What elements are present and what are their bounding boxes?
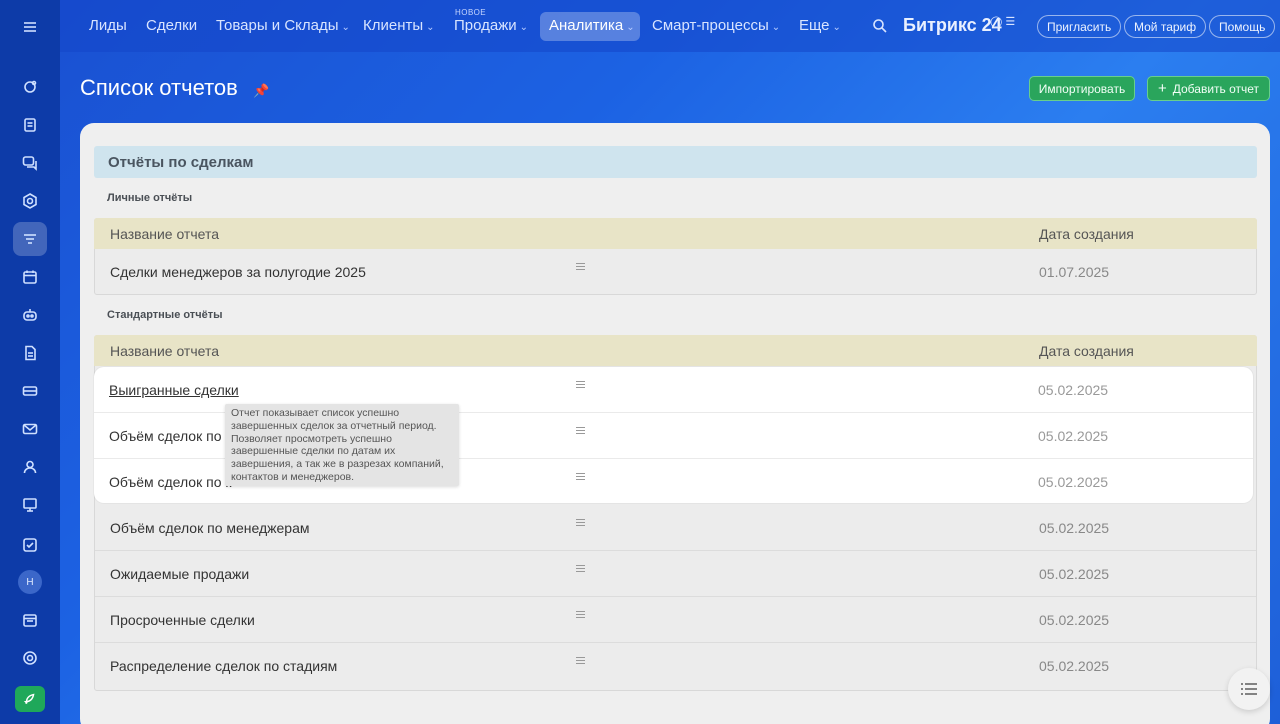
row-menu-icon[interactable]: [576, 519, 585, 528]
avatar[interactable]: Н: [18, 570, 42, 594]
personal-reports-label: Личные отчёты: [107, 192, 193, 204]
nav-item-more[interactable]: Еще ⌄: [799, 17, 841, 34]
table-header: Название отчета Дата создания: [94, 335, 1257, 366]
chevron-down-icon: ⌄: [832, 22, 841, 33]
row-menu-icon[interactable]: [576, 263, 585, 272]
report-name[interactable]: Сделки менеджеров за полугодие 2025: [110, 264, 366, 280]
column-date-header: Дата создания: [1039, 343, 1134, 359]
schedule-icon[interactable]: [13, 603, 47, 637]
row-menu-icon[interactable]: [576, 473, 585, 482]
nav-item-smart-processes[interactable]: Смарт-процессы ⌄: [652, 17, 780, 34]
report-name[interactable]: Просроченные сделки: [110, 612, 255, 628]
table-row[interactable]: Объём сделок по менеджерам 05.02.2025: [95, 505, 1256, 551]
table-row[interactable]: Просроченные сделки 05.02.2025: [95, 597, 1256, 643]
table-row[interactable]: Сделки менеджеров за полугодие 2025 01.0…: [95, 249, 1256, 295]
report-date: 05.02.2025: [1039, 566, 1110, 582]
robot-icon[interactable]: [13, 298, 47, 332]
add-report-button[interactable]: + Добавить отчет: [1147, 76, 1270, 101]
brand-logo[interactable]: Битрикс 24: [903, 15, 1002, 36]
report-date: 05.02.2025: [1039, 520, 1110, 536]
plus-icon: +: [1157, 80, 1167, 97]
report-link[interactable]: Выигранные сделки: [109, 382, 239, 398]
invite-button[interactable]: Пригласить: [1037, 15, 1122, 38]
calendar-icon[interactable]: [13, 260, 47, 294]
report-date: 05.02.2025: [1038, 382, 1109, 398]
tariff-button[interactable]: Мой тариф: [1124, 15, 1207, 38]
column-name-header: Название отчета: [110, 343, 219, 359]
report-name[interactable]: Объём сделок по к: [109, 474, 232, 490]
left-sidebar: Н: [0, 0, 60, 724]
card-icon[interactable]: [13, 374, 47, 408]
report-date: 05.02.2025: [1038, 474, 1109, 490]
list-menu-button[interactable]: [1228, 668, 1270, 710]
hexagon-icon[interactable]: [13, 184, 47, 218]
report-name[interactable]: Ожидаемые продажи: [110, 566, 249, 582]
standard-reports-label: Стандартные отчёты: [107, 309, 223, 321]
table-row[interactable]: Распределение сделок по стадиям 05.02.20…: [95, 643, 1256, 689]
section-title: Отчёты по сделкам: [108, 154, 254, 171]
column-name-header: Название отчета: [110, 226, 219, 242]
chevron-down-icon: ⌄: [519, 22, 529, 33]
report-date: 05.02.2025: [1039, 612, 1110, 628]
page-title: Список отчетов: [80, 75, 238, 100]
report-date: 01.07.2025: [1039, 264, 1110, 280]
report-name[interactable]: Объём сделок по менеджерам: [110, 520, 310, 536]
presentation-icon[interactable]: [13, 488, 47, 522]
nav-item-leads[interactable]: Лиды: [89, 17, 127, 34]
help-button[interactable]: Помощь: [1209, 15, 1276, 38]
report-date: 05.02.2025: [1038, 428, 1109, 444]
nav-item-deals[interactable]: Сделки: [146, 17, 197, 34]
table-header: Название отчета Дата создания: [94, 218, 1257, 249]
nav-new-badge: НОВОЕ: [455, 8, 487, 17]
pin-icon[interactable]: 📌: [253, 83, 269, 99]
feed-icon[interactable]: [13, 108, 47, 142]
report-name[interactable]: Объём сделок по к: [109, 428, 232, 444]
report-name[interactable]: Распределение сделок по стадиям: [110, 658, 337, 674]
nav-item-analytics[interactable]: Аналитика ⌄: [549, 17, 635, 34]
nav-item-clients[interactable]: Клиенты ⌄: [363, 17, 435, 34]
rocket-icon[interactable]: [15, 686, 45, 712]
chat-icon[interactable]: [13, 146, 47, 180]
row-menu-icon[interactable]: [576, 565, 585, 574]
crm-funnel-icon[interactable]: [13, 222, 47, 256]
row-menu-icon[interactable]: [576, 611, 585, 620]
menu-icon[interactable]: [13, 10, 47, 44]
clock-settings-icon[interactable]: ◯ ☰: [990, 15, 1015, 28]
search-icon[interactable]: [872, 18, 888, 39]
mail-icon[interactable]: [13, 412, 47, 446]
chevron-down-icon: ⌄: [341, 22, 350, 33]
table-row[interactable]: Ожидаемые продажи 05.02.2025: [95, 551, 1256, 597]
document-icon[interactable]: [13, 336, 47, 370]
row-menu-icon[interactable]: [576, 381, 585, 390]
nav-item-sales[interactable]: Продажи ⌄: [454, 17, 528, 34]
column-date-header: Дата создания: [1039, 226, 1134, 242]
contacts-icon[interactable]: [13, 450, 47, 484]
list-icon: [1241, 683, 1257, 695]
import-button[interactable]: Импортировать: [1029, 76, 1135, 101]
activity-icon[interactable]: [13, 70, 47, 104]
report-tooltip: Отчет показывает список успешно завершен…: [225, 404, 459, 486]
row-menu-icon[interactable]: [576, 427, 585, 436]
row-menu-icon[interactable]: [576, 657, 585, 666]
settings-icon[interactable]: [13, 641, 47, 675]
chevron-down-icon: ⌄: [771, 22, 781, 33]
section-bar: [94, 146, 1257, 178]
chevron-down-icon: ⌄: [426, 22, 435, 33]
report-date: 05.02.2025: [1039, 658, 1110, 674]
chevron-down-icon: ⌄: [626, 22, 635, 33]
nav-item-products[interactable]: Товары и Склады ⌄: [216, 17, 350, 34]
tasks-icon[interactable]: [13, 528, 47, 562]
